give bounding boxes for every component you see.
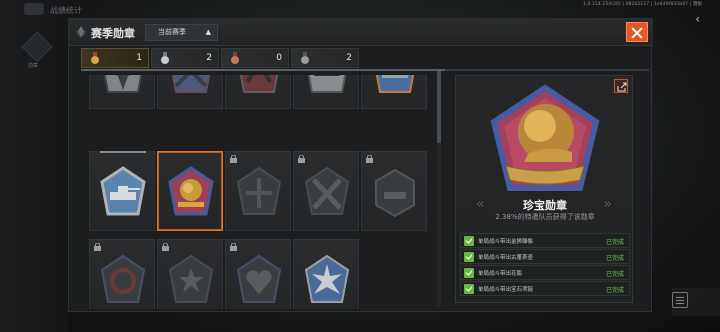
season-dropdown[interactable]: 当前赛季 ▲ [145, 24, 218, 41]
starburst-medal-icon [304, 254, 350, 303]
lock-icon [230, 243, 237, 251]
bronze-medal-icon [231, 52, 239, 64]
medal-tile-locked[interactable] [361, 151, 427, 231]
task-status: 已完成 [605, 239, 624, 246]
counter-gold[interactable]: 1 [81, 48, 149, 68]
build-info: 1.0.154.154(20) | 08202117 | 1e449f835b9… [582, 2, 702, 7]
lion-medal-large-icon [490, 84, 600, 191]
game-logo-icon [24, 3, 44, 15]
medal-description: 2.38%的特遣队员获得了该勋章 [495, 213, 595, 221]
helmet-medal-icon [307, 75, 347, 93]
arrow-left-icon[interactable]: ‹ [695, 12, 700, 26]
crossed-guns-medal-icon [171, 75, 211, 93]
lock-icon [298, 155, 305, 163]
task-item: 单局战斗带出宝石项链 已完成 [460, 281, 630, 296]
iron-medal-icon [301, 52, 309, 64]
medal-counters: 1 2 0 2 [81, 48, 649, 68]
medal-tile-locked[interactable] [225, 151, 291, 231]
season-dropdown-value: 当前赛季 [158, 28, 186, 36]
checkmark-icon [464, 252, 474, 262]
lock-icon [366, 155, 373, 163]
checkmark-icon [464, 284, 474, 294]
task-status: 已完成 [605, 255, 624, 262]
counter-iron[interactable]: 2 [291, 48, 359, 68]
medal-tile[interactable] [361, 75, 427, 109]
dialog-title: 赛季勋章 [91, 27, 135, 40]
medal-tile[interactable] [89, 151, 155, 231]
task-item: 单局战斗带出金狮雕像 已完成 [460, 233, 630, 248]
background-top-label: 战绩统计 [50, 6, 82, 15]
crossed-shells-medal-icon [304, 166, 350, 215]
task-item: 单局战斗带出古董茶壶 已完成 [460, 249, 630, 264]
grid-scrollbar-thumb[interactable] [437, 71, 441, 143]
season-medal-dialog: 赛季勋章 当前赛季 ▲ 1 2 0 2 « » 珍宝勋章 2.38%的特遣队员获… [68, 18, 653, 312]
medal-detail-panel: « » 珍宝勋章 2.38%的特遣队员获得了该勋章 单局战斗带出金狮雕像 已完成… [455, 75, 633, 303]
lock-icon [230, 155, 237, 163]
share-button[interactable] [614, 79, 628, 93]
counter-gold-count: 1 [136, 53, 142, 63]
medal-tile[interactable] [293, 239, 359, 309]
silver-medal-icon [161, 52, 169, 64]
task-status: 已完成 [605, 287, 624, 294]
medal-tile-locked[interactable] [225, 239, 291, 309]
task-label: 单局战斗带出宝石项链 [478, 287, 534, 293]
spiral-medal-icon [100, 254, 146, 303]
checkmark-icon [464, 268, 474, 278]
star-wreath-medal-icon [168, 254, 214, 303]
counter-silver-count: 2 [206, 53, 212, 63]
lock-icon [162, 243, 169, 251]
share-icon [617, 82, 627, 92]
medal-progress-bar [100, 151, 146, 153]
task-label: 单局战斗带出金狮雕像 [478, 239, 534, 245]
sidebar-medal-label: 勋章 [28, 63, 39, 69]
cross-medal-icon [103, 75, 143, 93]
medal-tile-locked[interactable] [293, 151, 359, 231]
medal-grid [81, 75, 445, 309]
heart-shield-medal-icon [236, 254, 282, 303]
medal-task-list: 单局战斗带出金狮雕像 已完成 单局战斗带出古董茶壶 已完成 单局战斗带出花瓶 已… [460, 233, 630, 297]
medal-tile[interactable] [293, 75, 359, 109]
leaf-emblem-icon [76, 26, 86, 38]
lock-icon [94, 243, 101, 251]
dialog-header: 赛季勋章 当前赛季 ▲ [69, 19, 653, 46]
tank-cross-medal-icon [236, 166, 282, 215]
gold-medal-icon [91, 52, 99, 64]
counter-bronze[interactable]: 0 [221, 48, 289, 68]
lion-medal-icon [168, 166, 214, 216]
medal-tile-locked[interactable] [157, 239, 223, 309]
counter-divider-accent [81, 69, 445, 71]
tank-hex-medal-icon [375, 168, 415, 218]
checkmark-icon [464, 236, 474, 246]
close-button[interactable] [626, 22, 648, 42]
medal-tile[interactable] [89, 75, 155, 109]
chevron-up-icon: ▲ [205, 28, 211, 36]
counter-iron-count: 2 [346, 53, 352, 63]
task-status: 已完成 [605, 271, 624, 278]
cannons-medal-icon [239, 75, 279, 93]
tank-medal-icon [375, 75, 415, 93]
menu-list-icon[interactable] [672, 292, 688, 308]
counter-bronze-count: 0 [276, 53, 282, 63]
task-label: 单局战斗带出花瓶 [478, 271, 523, 277]
medal-tile-locked[interactable] [89, 239, 155, 309]
counter-silver[interactable]: 2 [151, 48, 219, 68]
task-label: 单局战斗带出古董茶壶 [478, 255, 534, 261]
medal-tile[interactable] [157, 75, 223, 109]
medal-name: 珍宝勋章 [523, 199, 567, 212]
task-item: 单局战斗带出花瓶 已完成 [460, 265, 630, 280]
game-screen: 战绩统计 1.0.154.154(20) | 08202117 | 1e449f… [0, 0, 720, 332]
tank-shield-medal-icon [100, 166, 146, 216]
medal-tile[interactable] [225, 75, 291, 109]
medal-tile-selected[interactable] [157, 151, 223, 231]
